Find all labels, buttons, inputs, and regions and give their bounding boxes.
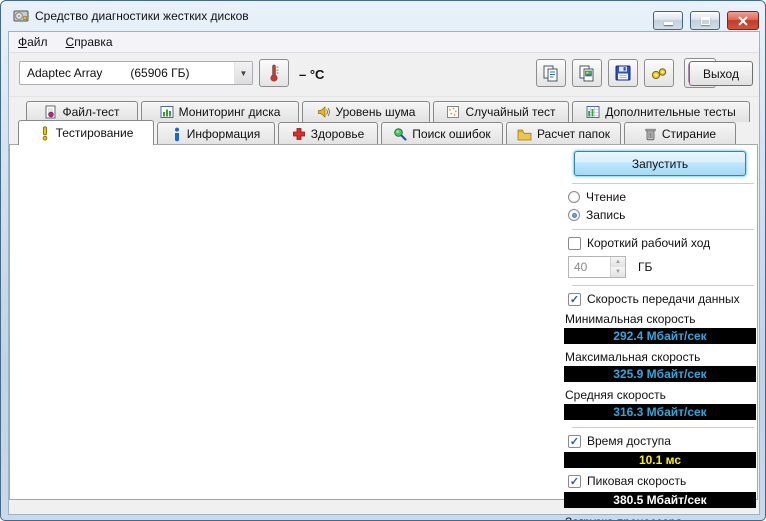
speaker-icon (317, 106, 330, 118)
title-bar[interactable]: Средство диагностики жестких дисков (1, 1, 765, 31)
hdd-app-icon (13, 10, 29, 22)
exit-button[interactable]: Выход (689, 61, 753, 86)
save-report-button[interactable] (608, 59, 638, 87)
save-icon (615, 65, 631, 81)
dropdown-arrow-icon[interactable]: ▼ (234, 62, 252, 84)
avg-speed-label: Средняя скорость (565, 388, 666, 402)
start-button[interactable]: Запустить (574, 151, 746, 176)
stepper-up-icon[interactable]: ▲ (611, 257, 625, 267)
write-radio-label: Запись (586, 208, 626, 222)
trash-icon (645, 128, 656, 141)
tab-file-test[interactable]: Файл-тест (26, 101, 138, 122)
tab-information[interactable]: Информация (157, 122, 275, 145)
drive-name: Adaptec Array (27, 66, 103, 80)
copy-image-button[interactable] (572, 59, 602, 87)
window-title: Средство диагностики жестких дисков (35, 9, 249, 23)
temperature-value: – °C (299, 67, 325, 82)
toolbar: Adaptec Array (65906 ГБ) ▼ – °C Выход (9, 53, 759, 97)
stepper-down-icon[interactable]: ▼ (611, 267, 625, 277)
access-time-checkbox[interactable]: ✓ (568, 434, 581, 448)
separator (572, 229, 754, 230)
info-icon (174, 127, 179, 141)
min-speed-value: 292.4 Мбайт/сек (564, 328, 756, 344)
short-stroke-size-stepper[interactable]: 40 ▲ ▼ (568, 256, 626, 278)
tab-erase[interactable]: Стирание (624, 122, 736, 145)
transfer-speed-label: Скорость передачи данных (587, 292, 740, 306)
copy-report-button[interactable] (536, 59, 566, 87)
max-speed-label: Максимальная скорость (565, 350, 701, 364)
min-speed-label: Минимальная скорость (565, 312, 696, 326)
disk-monitor-icon (160, 106, 174, 118)
avg-speed-value: 316.3 Мбайт/сек (564, 404, 756, 420)
close-icon (738, 15, 748, 26)
drive-select[interactable]: Adaptec Array (65906 ГБ) ▼ (19, 61, 253, 85)
maximize-icon (700, 16, 710, 25)
tab-random-test[interactable]: Случайный тест (433, 101, 569, 122)
copy-image-icon (579, 65, 594, 82)
menu-help[interactable]: Справка (57, 33, 122, 51)
short-stroke-row[interactable]: Короткий рабочий ход (568, 236, 756, 250)
burst-speed-row[interactable]: ✓ Пиковая скорость (568, 474, 756, 488)
write-radio-row[interactable]: Запись (568, 208, 756, 222)
separator (572, 427, 754, 428)
file-test-icon (45, 105, 56, 119)
tab-row-secondary: Файл-тест Мониторинг диска Уровень шума … (26, 101, 750, 122)
menu-bar: Файл Справка (9, 32, 759, 53)
max-speed-value: 325.9 Мбайт/сек (564, 366, 756, 382)
magnifier-icon (394, 128, 407, 141)
separator (572, 183, 754, 184)
burst-speed-value: 380.5 Мбайт/сек (564, 492, 756, 508)
separator (572, 285, 754, 286)
short-stroke-size-value: 40 (574, 260, 588, 274)
folder-icon (517, 129, 532, 140)
drive-size: (65906 ГБ) (130, 66, 190, 80)
random-test-icon (447, 106, 460, 118)
testing-icon (42, 125, 47, 141)
copy-icon (543, 65, 558, 82)
app-window: Средство диагностики жестких дисков Файл… (0, 0, 766, 521)
thermometer-icon (270, 64, 279, 82)
menu-file[interactable]: Файл (9, 33, 57, 51)
maximize-button[interactable] (690, 11, 720, 30)
read-radio[interactable] (568, 191, 580, 203)
tab-folder-calc[interactable]: Расчет папок (506, 122, 621, 145)
transfer-speed-checkbox[interactable]: ✓ (568, 292, 581, 306)
write-radio[interactable] (568, 209, 580, 221)
tools-button[interactable] (644, 59, 674, 87)
health-cross-icon (292, 128, 305, 140)
additional-tests-icon (586, 106, 600, 118)
temperature-button[interactable] (259, 59, 289, 87)
access-time-label: Время доступа (587, 434, 671, 448)
close-button[interactable] (727, 11, 759, 30)
tab-error-scan[interactable]: Поиск ошибок (381, 122, 503, 145)
minimize-icon (663, 22, 673, 25)
minimize-button[interactable] (653, 11, 683, 30)
short-stroke-checkbox[interactable] (568, 236, 581, 250)
tab-additional-tests[interactable]: Дополнительные тесты (572, 101, 750, 122)
access-time-row[interactable]: ✓ Время доступа (568, 434, 756, 448)
test-control-panel: Запустить Чтение Запись Короткий рабочий… (564, 151, 756, 520)
tab-testing[interactable]: Тестирование (18, 120, 154, 145)
tools-icon (651, 68, 667, 80)
transfer-speed-row[interactable]: ✓ Скорость передачи данных (568, 292, 756, 306)
read-radio-label: Чтение (586, 190, 627, 204)
burst-speed-label: Пиковая скорость (587, 474, 687, 488)
tab-health[interactable]: Здоровье (278, 122, 378, 145)
tab-row-primary: Тестирование Информация Здоровье Поиск о… (18, 120, 736, 145)
cpu-load-label: Загрузка процессора (565, 515, 756, 520)
access-time-value: 10.1 мс (564, 452, 756, 468)
short-stroke-label: Короткий рабочий ход (587, 236, 711, 250)
tab-noise-level[interactable]: Уровень шума (302, 101, 430, 122)
tab-disk-monitor[interactable]: Мониторинг диска (141, 101, 299, 122)
burst-speed-checkbox[interactable]: ✓ (568, 474, 581, 488)
read-radio-row[interactable]: Чтение (568, 190, 756, 204)
short-stroke-unit-label: ГБ (638, 260, 653, 274)
